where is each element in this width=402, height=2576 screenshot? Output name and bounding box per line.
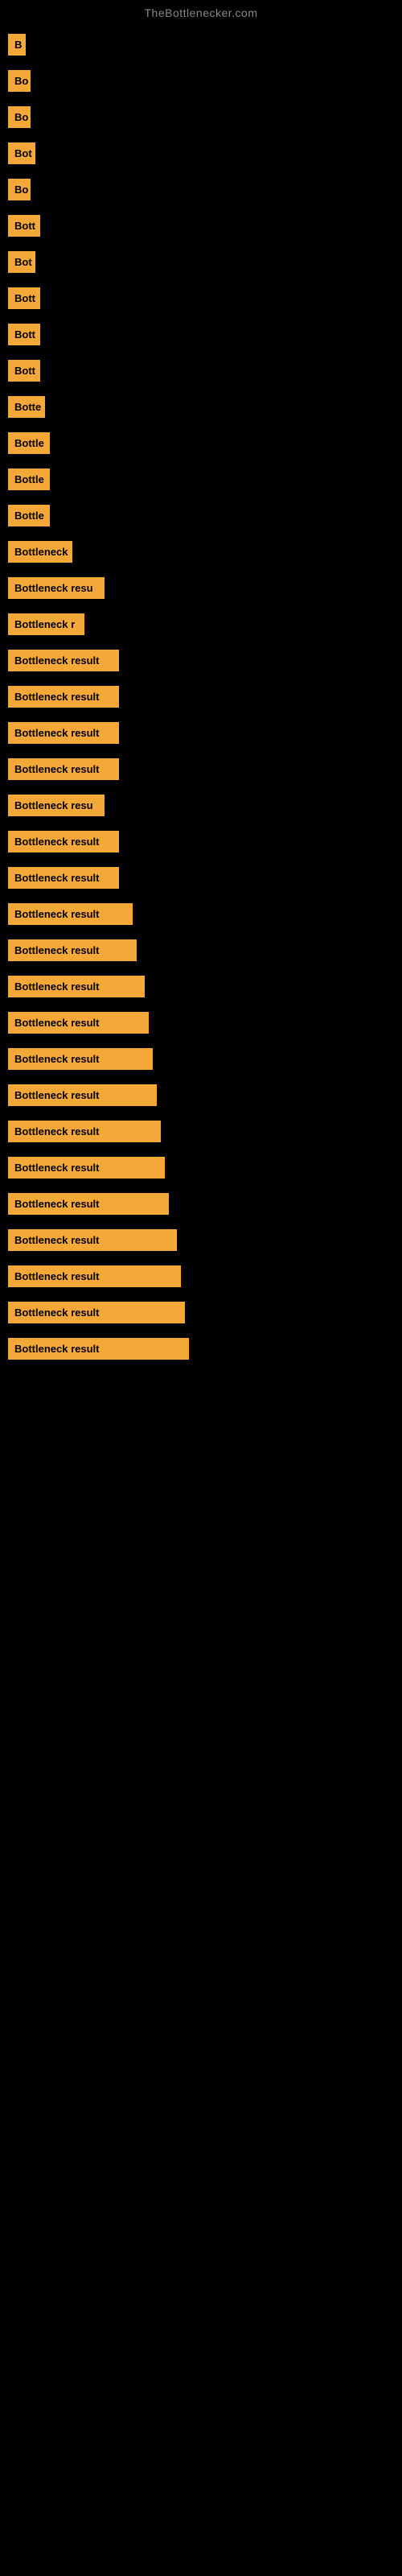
bottleneck-label: Bottleneck r <box>8 613 84 635</box>
list-item: Bo <box>8 70 394 92</box>
bottleneck-label: Bottle <box>8 469 50 490</box>
bottleneck-label: Botte <box>8 396 45 418</box>
list-item: Bo <box>8 179 394 200</box>
list-item: Bottleneck <box>8 541 394 563</box>
bottleneck-label: Bottleneck result <box>8 758 119 780</box>
bottleneck-label: Bo <box>8 179 31 200</box>
list-item: Bottleneck result <box>8 650 394 671</box>
bottleneck-label: Bottleneck result <box>8 976 145 997</box>
list-item: Bottleneck result <box>8 1229 394 1251</box>
list-item: Bo <box>8 106 394 128</box>
bottleneck-label: Bottleneck result <box>8 650 119 671</box>
list-item: Bottleneck result <box>8 867 394 889</box>
bottleneck-label: Bottleneck result <box>8 1193 169 1215</box>
bottleneck-label: Bottle <box>8 432 50 454</box>
bottleneck-label: Bottle <box>8 505 50 526</box>
bottleneck-label: Bottleneck result <box>8 831 119 852</box>
list-item: Bott <box>8 215 394 237</box>
list-item: Bottleneck result <box>8 1157 394 1179</box>
list-item: Bottleneck result <box>8 1193 394 1215</box>
bottleneck-label: B <box>8 34 26 56</box>
list-item: Bott <box>8 287 394 309</box>
list-item: Bott <box>8 360 394 382</box>
list-item: Bottleneck result <box>8 1121 394 1142</box>
list-item: B <box>8 34 394 56</box>
bottleneck-list: B Bo Bo Bot Bo Bott Bot Bott Bott Bott Botte Bottle… <box>0 26 402 1382</box>
bottleneck-label: Bottleneck resu <box>8 577 105 599</box>
bottleneck-label: Bottleneck result <box>8 1302 185 1323</box>
bottleneck-label: Bott <box>8 360 40 382</box>
list-item: Bottleneck result <box>8 1084 394 1106</box>
bottleneck-label: Bott <box>8 287 40 309</box>
bottleneck-label: Bottleneck result <box>8 867 119 889</box>
list-item: Bottleneck result <box>8 686 394 708</box>
list-item: Bottleneck result <box>8 722 394 744</box>
list-item: Bottleneck result <box>8 903 394 925</box>
bottleneck-label: Bottleneck result <box>8 1084 157 1106</box>
list-item: Bottleneck result <box>8 976 394 997</box>
list-item: Bottleneck resu <box>8 577 394 599</box>
list-item: Bottleneck result <box>8 831 394 852</box>
list-item: Bottleneck result <box>8 1048 394 1070</box>
bottleneck-label: Bottleneck result <box>8 1012 149 1034</box>
list-item: Bot <box>8 251 394 273</box>
bottleneck-label: Bott <box>8 324 40 345</box>
bottleneck-label: Bottleneck result <box>8 903 133 925</box>
bottleneck-label: Bo <box>8 106 31 128</box>
bottleneck-label: Bottleneck result <box>8 1229 177 1251</box>
list-item: Bottleneck result <box>8 1012 394 1034</box>
bottleneck-label: Bottleneck result <box>8 1048 153 1070</box>
bottleneck-label: Bottleneck result <box>8 686 119 708</box>
bottleneck-label: Bottleneck result <box>8 722 119 744</box>
list-item: Bottleneck result <box>8 1338 394 1360</box>
list-item: Bot <box>8 142 394 164</box>
list-item: Bottle <box>8 469 394 490</box>
list-item: Bottle <box>8 432 394 454</box>
list-item: Bottleneck result <box>8 1302 394 1323</box>
site-title: TheBottlenecker.com <box>0 0 402 26</box>
bottleneck-label: Bottleneck <box>8 541 72 563</box>
bottleneck-label: Bottleneck result <box>8 939 137 961</box>
bottleneck-label: Bott <box>8 215 40 237</box>
list-item: Bottleneck result <box>8 758 394 780</box>
list-item: Botte <box>8 396 394 418</box>
bottleneck-label: Bottleneck result <box>8 1265 181 1287</box>
list-item: Bottleneck resu <box>8 795 394 816</box>
bottleneck-label: Bottleneck resu <box>8 795 105 816</box>
list-item: Bottleneck result <box>8 939 394 961</box>
bottleneck-label: Bo <box>8 70 31 92</box>
list-item: Bottle <box>8 505 394 526</box>
bottleneck-label: Bot <box>8 142 35 164</box>
list-item: Bott <box>8 324 394 345</box>
bottleneck-label: Bot <box>8 251 35 273</box>
bottleneck-label: Bottleneck result <box>8 1157 165 1179</box>
bottleneck-label: Bottleneck result <box>8 1121 161 1142</box>
list-item: Bottleneck r <box>8 613 394 635</box>
bottleneck-label: Bottleneck result <box>8 1338 189 1360</box>
list-item: Bottleneck result <box>8 1265 394 1287</box>
